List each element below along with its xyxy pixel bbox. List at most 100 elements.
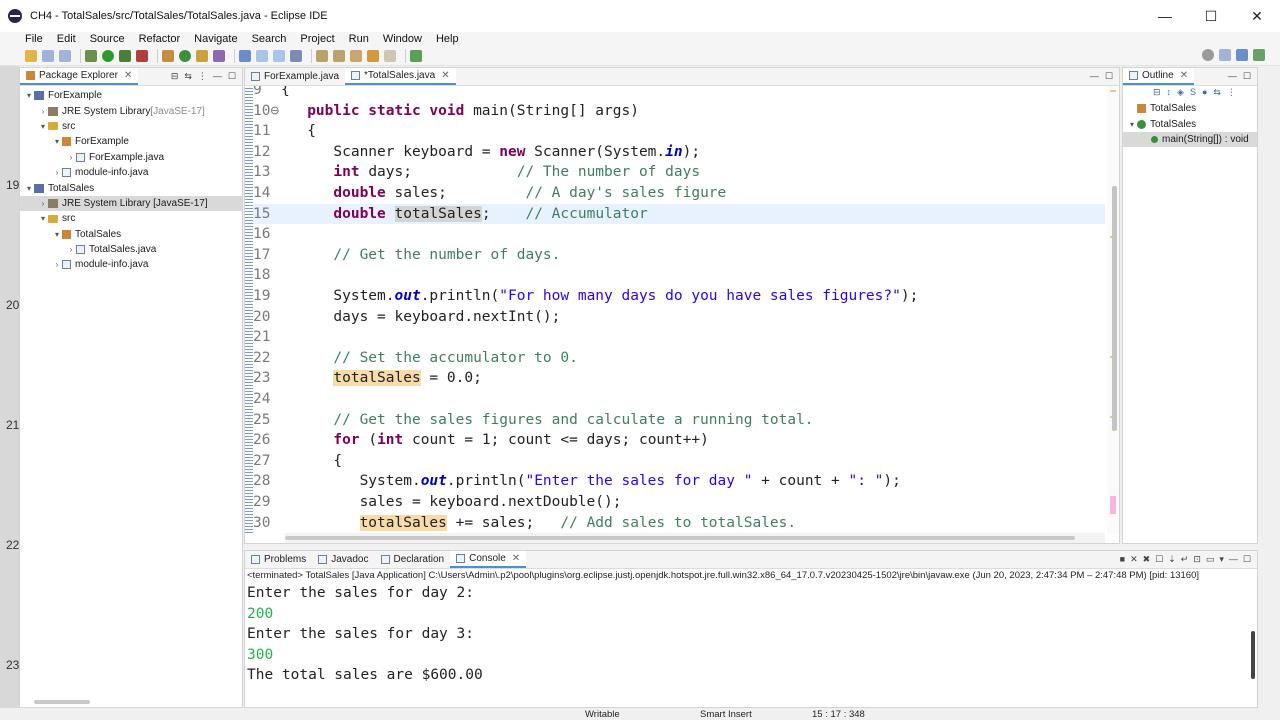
menu-navigate[interactable]: Navigate xyxy=(187,32,244,46)
link-editor-icon[interactable]: ⇆ xyxy=(184,71,192,82)
display-console-icon[interactable]: ▭ xyxy=(1206,554,1215,565)
remove-launch-icon[interactable]: ✕ xyxy=(1130,554,1138,565)
tree-item[interactable]: main(String[]) : void xyxy=(1123,131,1257,148)
pin-editor-icon[interactable] xyxy=(410,49,422,62)
collapsed-arrow-icon[interactable]: › xyxy=(38,199,48,208)
annotation-marker[interactable] xyxy=(1110,496,1116,514)
minimize-view-icon[interactable]: — xyxy=(1229,554,1238,565)
expanded-arrow-icon[interactable]: ▾ xyxy=(1127,120,1137,129)
code-editor[interactable]: 9{10⊖ public static void main(String[] a… xyxy=(245,86,1119,543)
link-editor-icon[interactable]: ⇆ xyxy=(1213,87,1221,98)
save-all-icon[interactable] xyxy=(59,49,71,62)
expanded-arrow-icon[interactable]: ▾ xyxy=(24,91,34,100)
minimize-button[interactable]: — xyxy=(1142,0,1188,32)
code-line[interactable]: 19 System.out.println("For how many days… xyxy=(253,286,1105,307)
tree-item[interactable]: › JRE System Library [JavaSE-17] xyxy=(20,195,242,212)
new-icon[interactable] xyxy=(25,49,37,62)
tab-problems[interactable]: Problems xyxy=(245,551,312,568)
collapsed-arrow-icon[interactable]: › xyxy=(38,107,48,116)
expanded-arrow-icon[interactable]: ▾ xyxy=(38,214,48,223)
show-whitespace-icon[interactable] xyxy=(290,49,302,62)
code-line[interactable]: 18 xyxy=(253,265,1105,286)
coverage-icon[interactable] xyxy=(119,49,131,62)
collapsed-arrow-icon[interactable]: › xyxy=(66,153,76,162)
search-icon[interactable] xyxy=(1202,49,1214,61)
tab-editor-file[interactable]: *TotalSales.java ✕ xyxy=(345,68,456,85)
tree-item[interactable]: › module-info.java xyxy=(20,165,242,180)
external-tools-icon[interactable] xyxy=(136,49,148,62)
menu-refactor[interactable]: Refactor xyxy=(132,32,188,46)
last-edit-icon[interactable] xyxy=(350,49,362,62)
code-line[interactable]: 22 // Set the accumulator to 0. xyxy=(253,348,1105,369)
vertical-scrollbar[interactable] xyxy=(1112,186,1117,431)
code-line[interactable]: 23 totalSales = 0.0; xyxy=(253,368,1105,389)
menu-project[interactable]: Project xyxy=(293,32,341,46)
back-icon[interactable] xyxy=(367,49,379,62)
hide-fields-icon[interactable]: ◈ xyxy=(1177,87,1184,98)
collapsed-arrow-icon[interactable]: › xyxy=(66,245,76,254)
code-line[interactable]: 25 // Get the sales figures and calculat… xyxy=(253,410,1105,431)
menu-run[interactable]: Run xyxy=(342,32,376,46)
tree-item[interactable]: TotalSales xyxy=(1123,101,1257,116)
debug-perspective-icon[interactable] xyxy=(1253,49,1265,61)
tree-item[interactable]: › ForExample.java xyxy=(20,150,242,165)
maximize-view-icon[interactable]: ☐ xyxy=(1243,554,1251,565)
collapse-all-icon[interactable]: ⊟ xyxy=(171,71,179,82)
annotation-marker[interactable] xyxy=(1110,90,1116,92)
expanded-arrow-icon[interactable]: ▾ xyxy=(24,184,34,193)
menu-file[interactable]: File xyxy=(0,32,50,46)
tree-item[interactable]: › TotalSales.java xyxy=(20,242,242,257)
scroll-lock-icon[interactable]: ⇣ xyxy=(1168,554,1176,565)
tree-item[interactable]: › JRE System Library [JavaSE-17] xyxy=(20,103,242,118)
maximize-view-icon[interactable]: ☐ xyxy=(1243,71,1251,82)
minimize-view-icon[interactable]: — xyxy=(1228,71,1237,82)
expanded-arrow-icon[interactable]: ▾ xyxy=(38,122,48,131)
code-line[interactable]: 26 for (int count = 1; count <= days; co… xyxy=(253,430,1105,451)
close-tab-icon[interactable]: ✕ xyxy=(512,553,520,564)
view-menu-icon[interactable]: ⋮ xyxy=(198,71,207,82)
word-wrap-icon[interactable]: ↵ xyxy=(1181,554,1189,565)
code-line[interactable]: 28 System.out.println("Enter the sales f… xyxy=(253,471,1105,492)
tab-outline[interactable]: Outline ✕ xyxy=(1123,68,1195,85)
word-wrap-icon[interactable] xyxy=(256,49,268,62)
tree-item[interactable]: ▾ TotalSales xyxy=(1123,116,1257,131)
code-line[interactable]: 10⊖ public static void main(String[] arg… xyxy=(253,101,1105,122)
new-class-icon[interactable] xyxy=(179,49,191,62)
maximize-editor-icon[interactable]: ☐ xyxy=(1105,71,1113,82)
code-line[interactable]: 14 double sales; // A day's sales figure xyxy=(253,183,1105,204)
forward-icon[interactable] xyxy=(384,49,396,62)
minimize-editor-icon[interactable]: — xyxy=(1090,71,1099,82)
expanded-arrow-icon[interactable]: ▾ xyxy=(52,137,62,146)
menu-edit[interactable]: Edit xyxy=(50,32,83,46)
tree-item[interactable]: ▾ TotalSales xyxy=(20,227,242,242)
tree-item[interactable]: ▾ src xyxy=(20,211,242,226)
horizontal-scrollbar[interactable] xyxy=(285,533,1105,543)
scroll-thumb[interactable] xyxy=(285,536,1075,540)
code-line[interactable]: 21 xyxy=(253,327,1105,348)
code-line[interactable]: 29 sales = keyboard.nextDouble(); xyxy=(253,492,1105,513)
code-line[interactable]: 30 totalSales += sales; // Add sales to … xyxy=(253,513,1105,534)
run-icon[interactable] xyxy=(102,49,114,62)
menu-source[interactable]: Source xyxy=(83,32,132,46)
maximize-button[interactable]: ☐ xyxy=(1188,0,1234,32)
code-line[interactable]: 17 // Get the number of days. xyxy=(253,245,1105,266)
save-icon[interactable] xyxy=(42,49,54,62)
tree-item[interactable]: › module-info.java xyxy=(20,257,242,272)
sort-icon[interactable]: ↕ xyxy=(1167,87,1172,98)
minimize-view-icon[interactable]: — xyxy=(213,71,222,82)
hide-nonpublic-icon[interactable]: ● xyxy=(1202,87,1207,98)
tab-package-explorer[interactable]: Package Explorer ✕ xyxy=(20,68,139,85)
java-perspective-icon[interactable] xyxy=(1236,49,1248,61)
tree-item[interactable]: ▾ src xyxy=(20,119,242,134)
close-tab-icon[interactable]: ✕ xyxy=(124,70,132,81)
console-vertical-scrollbar[interactable] xyxy=(1251,631,1255,679)
close-button[interactable]: ✕ xyxy=(1234,0,1280,32)
clear-console-icon[interactable]: ☐ xyxy=(1155,554,1163,565)
open-console-icon[interactable]: ▾ xyxy=(1219,554,1224,565)
code-line[interactable]: 12 Scanner keyboard = new Scanner(System… xyxy=(253,142,1105,163)
menu-search[interactable]: Search xyxy=(245,32,294,46)
remove-all-icon[interactable]: ✖ xyxy=(1143,554,1151,565)
terminate-icon[interactable]: ■ xyxy=(1120,554,1125,565)
search-tool-icon[interactable] xyxy=(213,49,225,62)
open-perspective-icon[interactable] xyxy=(1219,49,1231,61)
